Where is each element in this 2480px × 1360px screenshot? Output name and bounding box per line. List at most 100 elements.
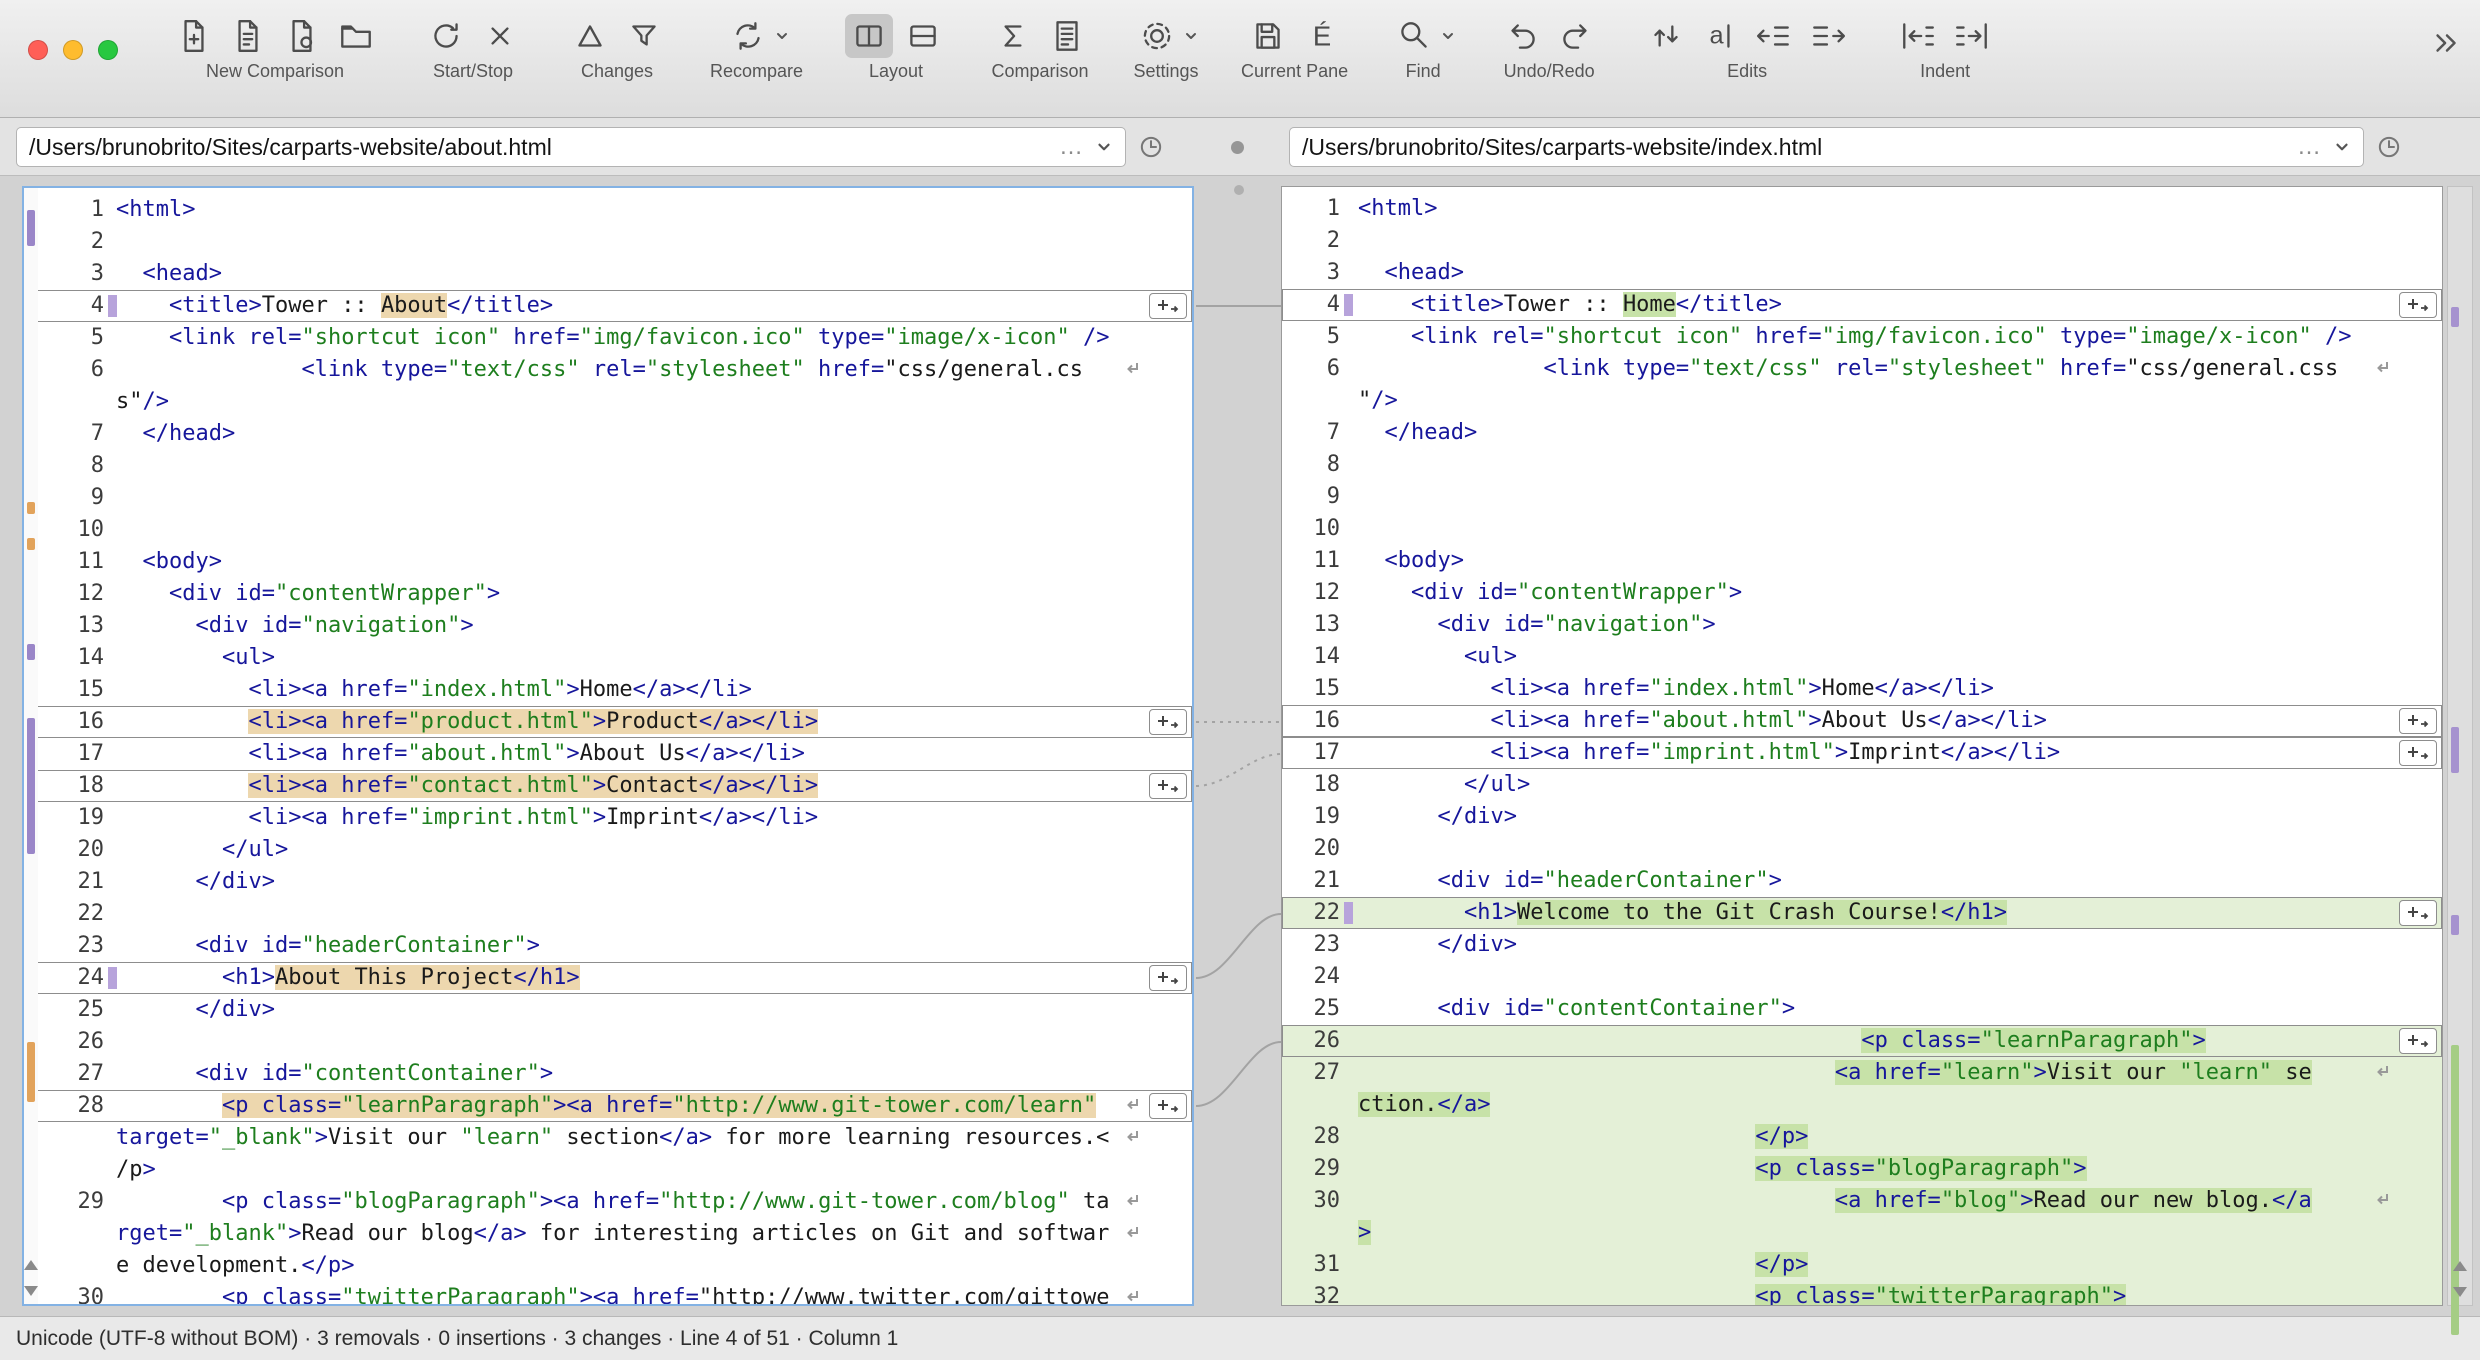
previous-change-button[interactable] [2450,1259,2470,1273]
code-line[interactable]: 17 <li><a href="imprint.html">Imprint</a… [1282,737,2442,769]
layout-horizontal-icon[interactable] [899,14,947,58]
settings-gear-icon[interactable] [1133,14,1181,58]
change-map-segment[interactable] [27,538,35,550]
code-line[interactable]: 7 </head> [24,418,1192,450]
code-line[interactable]: 30 <p class="twitterParagraph"><a href="… [24,1282,1192,1306]
indent-left-icon[interactable] [1894,14,1942,58]
new-text-comparison-icon[interactable] [170,14,218,58]
code-line[interactable]: 27 <a href="learn">Visit our "learn" se [1282,1057,2442,1089]
chevron-down-icon[interactable] [1095,138,1113,156]
next-change-button[interactable] [22,1284,41,1298]
code-line[interactable]: 22 [24,898,1192,930]
zoom-button[interactable] [98,40,118,60]
code-line[interactable]: 11 <body> [24,546,1192,578]
code-line[interactable]: 23 </div> [1282,929,2442,961]
start-icon[interactable] [422,14,470,58]
code-line[interactable]: rget="_blank">Read our blog</a> for inte… [24,1218,1192,1250]
next-change-button[interactable] [2450,1285,2470,1299]
code-line[interactable]: 27 <div id="contentContainer"> [24,1058,1192,1090]
code-line[interactable]: ction.</a> [1282,1089,2442,1121]
layout-vertical-icon[interactable] [845,14,893,58]
left-change-map[interactable] [24,188,38,1304]
code-line[interactable]: 9 [1282,481,2442,513]
code-line[interactable]: 21 <div id="headerContainer"> [1282,865,2442,897]
code-line[interactable]: 24 <h1>About This Project</h1> [24,962,1192,994]
copy-change-button[interactable] [2399,1028,2437,1054]
code-line[interactable]: 22 <h1>Welcome to the Git Crash Course!<… [1282,897,2442,929]
undo-icon[interactable] [1498,14,1546,58]
close-button[interactable] [28,40,48,60]
code-line[interactable]: 24 [1282,961,2442,993]
find-magnifier-icon[interactable] [1390,14,1438,58]
redo-icon[interactable] [1552,14,1600,58]
new-folder-comparison-icon[interactable] [332,14,380,58]
code-line[interactable]: 18 <li><a href="contact.html">Contact</a… [24,770,1192,802]
left-file-pane[interactable]: 1<html>23 <head>4 <title>Tower :: About<… [22,186,1194,1306]
chevron-down-icon[interactable] [2333,138,2351,156]
copy-change-button[interactable] [1149,293,1187,319]
code-line[interactable]: 15 <li><a href="index.html">Home</a></li… [1282,673,2442,705]
copy-change-button[interactable] [2399,708,2437,734]
code-line[interactable]: 14 <ul> [24,642,1192,674]
change-map-segment[interactable] [27,502,35,514]
code-line[interactable]: 11 <body> [1282,545,2442,577]
filter-changes-icon[interactable] [620,14,668,58]
code-line[interactable]: 6 <link type="text/css" rel="stylesheet"… [24,354,1192,386]
code-line[interactable]: 18 </ul> [1282,769,2442,801]
code-line[interactable]: > [1282,1217,2442,1249]
code-line[interactable]: 29 <p class="blogParagraph"><a href="htt… [24,1186,1192,1218]
chevron-down-icon[interactable] [774,28,790,44]
text-encoding-icon[interactable]: É [1298,14,1346,58]
copy-change-button[interactable] [1149,773,1187,799]
right-path-history-button[interactable] [2372,131,2406,163]
code-line[interactable]: /p> [24,1154,1192,1186]
code-line[interactable]: 20 [1282,833,2442,865]
code-line[interactable]: 21 </div> [24,866,1192,898]
code-line[interactable]: target="_blank">Visit our "learn" sectio… [24,1122,1192,1154]
code-line[interactable]: 4 <title>Tower :: About</title> [24,290,1192,322]
code-line[interactable]: 10 [24,514,1192,546]
code-line[interactable]: 30 <a href="blog">Read our new blog.</a [1282,1185,2442,1217]
chevron-down-icon[interactable] [1183,28,1199,44]
code-line[interactable]: 9 [24,482,1192,514]
recompare-icon[interactable] [724,14,772,58]
code-line[interactable]: 1<html> [24,194,1192,226]
code-line[interactable]: 25 <div id="contentContainer"> [1282,993,2442,1025]
copy-change-button[interactable] [1149,965,1187,991]
copy-change-button[interactable] [2399,740,2437,766]
code-line[interactable]: 16 <li><a href="about.html">About Us</a>… [1282,705,2442,737]
next-change-icon[interactable] [566,14,614,58]
change-map-segment[interactable] [2451,307,2459,327]
left-path-history-button[interactable] [1134,131,1168,163]
chevron-down-icon[interactable] [1440,28,1456,44]
code-line[interactable]: 31 </p> [1282,1249,2442,1281]
code-line[interactable]: 12 <div id="contentWrapper"> [24,578,1192,610]
toolbar-overflow-button[interactable] [2430,26,2464,63]
link-panes-dot[interactable] [1231,141,1244,154]
right-path-more-button[interactable]: … [2293,133,2325,161]
code-line[interactable]: 19 <li><a href="imprint.html">Imprint</a… [24,802,1192,834]
code-line[interactable]: 25 </div> [24,994,1192,1026]
code-line[interactable]: 5 <link rel="shortcut icon" href="img/fa… [24,322,1192,354]
code-line[interactable]: 19 </div> [1282,801,2442,833]
code-line[interactable]: 26 [24,1026,1192,1058]
accept-change-vertical-icon[interactable] [1642,14,1690,58]
typing-edit-icon[interactable]: a [1696,14,1744,58]
right-path-field[interactable]: /Users/brunobrito/Sites/carparts-website… [1289,127,2364,167]
code-line[interactable]: 13 <div id="navigation"> [24,610,1192,642]
code-line[interactable]: 17 <li><a href="about.html">About Us</a>… [24,738,1192,770]
code-line[interactable]: 32 <p class="twitterParagraph"> [1282,1281,2442,1306]
change-map-segment[interactable] [27,210,35,246]
code-line[interactable]: 7 </head> [1282,417,2442,449]
code-line[interactable]: 23 <div id="headerContainer"> [24,930,1192,962]
code-line[interactable]: "/> [1282,385,2442,417]
code-line[interactable]: 2 [24,226,1192,258]
code-line[interactable]: 5 <link rel="shortcut icon" href="img/fa… [1282,321,2442,353]
copy-change-button[interactable] [2399,292,2437,318]
new-three-way-comparison-icon[interactable] [278,14,326,58]
copy-change-button[interactable] [2399,900,2437,926]
change-map-segment[interactable] [2451,915,2459,935]
code-line[interactable]: 1<html> [1282,193,2442,225]
code-line[interactable]: 3 <head> [24,258,1192,290]
minimize-button[interactable] [63,40,83,60]
